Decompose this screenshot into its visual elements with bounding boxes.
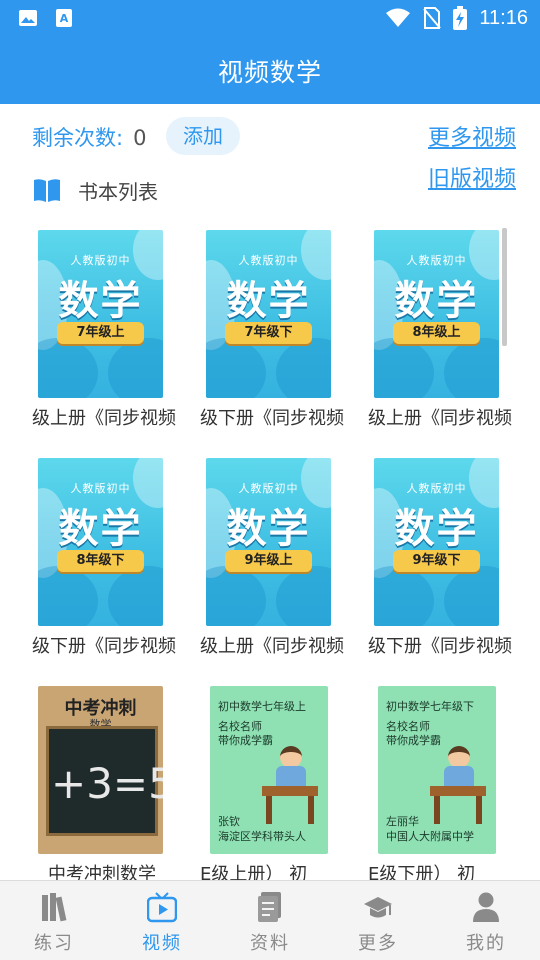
open-book-icon: [34, 179, 60, 202]
book-caption: 级上册《同步视频: [32, 408, 176, 429]
cover-author: 张钦 海淀区学科带头人: [218, 814, 306, 844]
desk-illustration: [430, 786, 486, 796]
cover-grade-badge: 8年级上: [393, 322, 480, 344]
book-caption: E级上册） 初: [200, 864, 308, 880]
book-cover: 中考冲刺 数学 +3=5: [38, 686, 163, 854]
tab-video[interactable]: 视频: [108, 881, 216, 960]
svg-text:A: A: [60, 12, 69, 25]
author-title: 中国人大附属中学: [386, 830, 474, 843]
desk-leg: [476, 796, 482, 824]
font-app-icon: A: [56, 9, 72, 27]
cover-grade-badge: 8年级下: [57, 550, 144, 572]
desk-illustration: [262, 786, 318, 796]
author-name: 张钦: [218, 815, 240, 828]
cover-grade-badge: 9年级下: [393, 550, 480, 572]
author-title: 海淀区学科带头人: [218, 830, 306, 843]
cover-subject: 数学: [394, 506, 479, 552]
remaining-value: 0: [133, 126, 147, 150]
student-illustration: [444, 766, 474, 788]
student-illustration: [448, 746, 470, 768]
remaining-label: 剩余次数:: [32, 126, 124, 150]
book-caption: 级下册《同步视频: [200, 408, 344, 429]
book-cover: 人教版初中 数学 8年级下: [38, 458, 163, 626]
page-title: 视频数学: [217, 58, 322, 87]
cover-tagline: 带你成学霸: [386, 734, 441, 747]
more-videos-link[interactable]: 更多视频: [428, 120, 516, 152]
tab-label: 练习: [34, 933, 74, 954]
book-caption: E级下册） 初: [368, 864, 476, 880]
cover-publisher: 人教版初中: [70, 254, 131, 267]
cover-publisher: 人教版初中: [406, 482, 467, 495]
cover-subject: 数学: [226, 506, 311, 552]
cover-author: 左丽华 中国人大附属中学: [386, 814, 474, 844]
student-illustration: [276, 766, 306, 788]
books-icon: [42, 893, 67, 922]
tab-label: 资料: [250, 933, 290, 954]
battery-charging-icon: [453, 6, 468, 30]
graduation-cap-icon: [364, 897, 392, 918]
chalk-equation: +3=5: [51, 759, 163, 808]
cover-publisher: 人教版初中: [406, 254, 467, 267]
cover-publisher: 人教版初中: [238, 254, 299, 267]
status-time: 11:16: [479, 6, 528, 29]
book-grid: 人教版初中 数学 7年级上 级上册《同步视频 人教版初中 数学 7年级下 级下册…: [0, 228, 540, 880]
book-cover: 人教版初中 数学 8年级上: [374, 230, 499, 398]
no-sim-icon: [423, 7, 442, 29]
author-name: 左丽华: [386, 815, 419, 828]
book-caption: 级下册《同步视频: [368, 636, 512, 657]
book-cover: 初中数学七年级上 名校名师 带你成学霸 张钦 海淀区学科带头人: [210, 686, 328, 854]
bottom-nav: 练习 视频 资料 更多 我的: [0, 880, 540, 960]
chalkboard: +3=5: [46, 726, 163, 836]
tab-label: 视频: [142, 933, 182, 954]
cover-title: 初中数学七年级下: [386, 700, 474, 713]
book-caption: 级下册《同步视频: [32, 636, 176, 657]
cover-grade-badge: 7年级下: [225, 322, 312, 344]
book-caption: 级上册《同步视频: [368, 408, 512, 429]
wifi-icon: [386, 8, 411, 27]
cover-grade-badge: 9年级上: [225, 550, 312, 572]
status-bar: A 11:16: [0, 0, 540, 36]
book-caption: 中考冲刺数学: [48, 864, 156, 880]
add-button[interactable]: 添加: [166, 117, 240, 155]
book-cover: 初中数学七年级下 名校名师 带你成学霸 左丽华 中国人大附属中学: [378, 686, 496, 854]
cover-subject: 数学: [58, 278, 143, 324]
cover-subject: 数学: [58, 506, 143, 552]
tab-materials[interactable]: 资料: [216, 881, 324, 960]
cover-publisher: 人教版初中: [70, 482, 131, 495]
book-caption: 级上册《同步视频: [200, 636, 344, 657]
book-cover: 人教版初中 数学 7年级上: [38, 230, 163, 398]
tv-play-icon: [147, 892, 177, 923]
tab-label: 我的: [466, 933, 506, 954]
person-icon: [473, 892, 499, 922]
cover-tagline: 带你成学霸: [218, 734, 273, 747]
gallery-icon: [19, 10, 37, 26]
book-list-title: 书本列表: [78, 179, 158, 204]
tab-label: 更多: [358, 933, 398, 954]
book-cover: 人教版初中 数学 9年级上: [206, 458, 331, 626]
cover-publisher: 人教版初中: [238, 482, 299, 495]
scrollbar[interactable]: [502, 228, 507, 346]
document-icon: [258, 892, 281, 922]
remaining-count: 剩余次数: 0: [32, 122, 146, 152]
cover-grade-badge: 7年级上: [57, 322, 144, 344]
book-cover: 人教版初中 数学 9年级下: [374, 458, 499, 626]
tab-mine[interactable]: 我的: [432, 881, 540, 960]
cover-subject: 数学: [226, 278, 311, 324]
student-illustration: [280, 746, 302, 768]
cover-subject: 数学: [394, 278, 479, 324]
book-list-header: 书本列表: [32, 175, 158, 205]
book-cover: 人教版初中 数学 7年级下: [206, 230, 331, 398]
app-bar: 视频数学: [0, 36, 540, 104]
desk-leg: [308, 796, 314, 824]
old-videos-link[interactable]: 旧版视频: [428, 161, 516, 193]
tab-more[interactable]: 更多: [324, 881, 432, 960]
cover-title: 初中数学七年级上: [218, 700, 306, 713]
tab-practice[interactable]: 练习: [0, 881, 108, 960]
